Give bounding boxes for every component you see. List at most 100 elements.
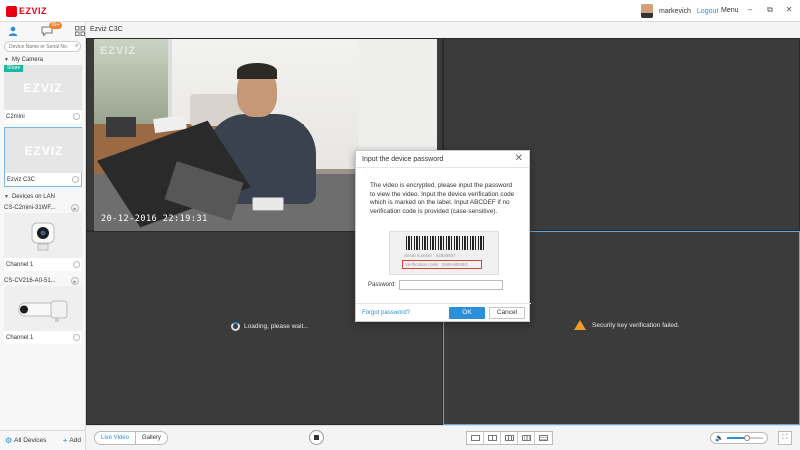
lan-device-header[interactable]: CS-CV216-A0-51... ▶ bbox=[0, 275, 85, 286]
caret-down-icon: ▼ bbox=[4, 56, 9, 63]
my-camera-title: My Camera bbox=[11, 56, 43, 63]
user-icon bbox=[9, 26, 18, 36]
sidebar-tabs: 99+ bbox=[0, 21, 86, 39]
close-icon[interactable]: ✕ bbox=[515, 154, 523, 164]
camera-card-ezviz-c3c[interactable]: EZVIZ Ezviz C3C bbox=[4, 127, 83, 187]
layout-switcher bbox=[466, 431, 553, 445]
layout-3x3-button[interactable] bbox=[501, 432, 518, 444]
video-timestamp: 20-12-2016 22:19:31 bbox=[101, 214, 208, 224]
lan-devices-title: Devices on LAN bbox=[11, 193, 55, 200]
password-field[interactable] bbox=[399, 280, 504, 290]
sidebar-footer: ⚙ All Devices + Add bbox=[0, 430, 86, 450]
volume-control: 🔈 bbox=[710, 432, 768, 444]
dialog-message: The video is encrypted, please input the… bbox=[370, 182, 515, 215]
add-device-button[interactable]: + Add bbox=[63, 436, 81, 445]
playback-clock-icon[interactable] bbox=[73, 334, 80, 341]
playback-clock-icon[interactable] bbox=[73, 113, 80, 120]
search-icon[interactable]: ⌕ bbox=[75, 43, 78, 50]
gear-icon: ⚙ bbox=[5, 436, 13, 445]
brand-name: EZVIZ bbox=[19, 6, 48, 16]
lan-device-name: CS-CV216-A0-51... bbox=[4, 277, 56, 284]
volume-slider[interactable] bbox=[726, 435, 763, 441]
layout-4x4-button[interactable] bbox=[518, 432, 535, 444]
all-devices-button[interactable]: ⚙ All Devices bbox=[5, 436, 46, 445]
lan-devices-header[interactable]: ▼ Devices on LAN bbox=[0, 191, 85, 202]
playback-clock-icon[interactable] bbox=[73, 261, 80, 268]
camera-name: C2mini bbox=[6, 113, 25, 120]
avatar[interactable] bbox=[641, 4, 653, 18]
bullet-camera-icon bbox=[18, 300, 68, 322]
lan-camera-card[interactable]: Channel 1 bbox=[4, 286, 82, 344]
app-logo: EZVIZ bbox=[6, 5, 47, 17]
message-count-badge: 99+ bbox=[49, 21, 62, 29]
lan-camera-card[interactable]: Channel 1 bbox=[4, 213, 82, 271]
grid-icon bbox=[74, 25, 85, 36]
c2mini-camera-icon bbox=[31, 222, 55, 250]
camera-label-row: C2mini bbox=[4, 110, 82, 123]
layout-2x2-button[interactable] bbox=[484, 432, 501, 444]
layout-custom-button[interactable] bbox=[535, 432, 552, 444]
speaker-icon[interactable]: 🔈 bbox=[715, 434, 724, 442]
video-watermark: EZVIZ bbox=[100, 45, 137, 57]
forgot-password-link[interactable]: Forgot password? bbox=[362, 310, 449, 316]
thumbnail-logo: EZVIZ bbox=[23, 80, 63, 95]
menu-button[interactable]: Menu bbox=[721, 7, 739, 14]
restore-icon[interactable]: ⧉ bbox=[765, 5, 775, 15]
layout-1x1-icon bbox=[470, 435, 480, 441]
title-bar: EZVIZ markevich Logout Menu – ⧉ ✕ bbox=[0, 0, 800, 22]
search-input[interactable] bbox=[9, 43, 73, 50]
sidebar: 99+ ⌕ ▼ My Camera Share EZVIZ C2mini bbox=[0, 21, 86, 450]
dialog-footer: Forgot password? OK Cancel bbox=[356, 303, 531, 321]
layout-3x3-icon bbox=[504, 435, 514, 441]
tab-my-devices[interactable] bbox=[8, 25, 19, 37]
tab-layout[interactable] bbox=[74, 25, 86, 37]
add-label: Add bbox=[69, 437, 81, 444]
channel-name: Channel 1 bbox=[6, 334, 34, 341]
plus-icon: + bbox=[62, 436, 68, 445]
my-camera-header[interactable]: ▼ My Camera bbox=[0, 54, 85, 65]
camera-thumbnail bbox=[4, 286, 82, 331]
layout-1x1-button[interactable] bbox=[467, 432, 484, 444]
tab-gallery[interactable]: Gallery bbox=[136, 432, 167, 444]
caret-down-icon: ▼ bbox=[4, 193, 9, 200]
camera-card-c2mini[interactable]: Share EZVIZ C2mini bbox=[4, 65, 82, 123]
password-label: Password: bbox=[368, 282, 397, 288]
mode-tabs: Live Video Gallery bbox=[94, 431, 168, 445]
ok-button[interactable]: OK bbox=[449, 306, 485, 319]
lan-device-header[interactable]: CS-C2mini-31WF... ▶ bbox=[0, 202, 85, 213]
password-row: Password: bbox=[368, 280, 504, 290]
stop-icon bbox=[314, 435, 319, 440]
all-devices-label: All Devices bbox=[14, 437, 47, 444]
play-icon[interactable]: ▶ bbox=[71, 276, 79, 285]
username: markevich bbox=[659, 7, 691, 15]
user-info: markevich Logout bbox=[641, 4, 718, 18]
camera-thumbnail: Share EZVIZ bbox=[4, 65, 82, 110]
loading-indicator: Loading, please wait... bbox=[231, 322, 309, 331]
camera-label-row: Channel 1 bbox=[4, 331, 82, 344]
play-icon[interactable]: ▶ bbox=[71, 203, 79, 212]
cancel-button[interactable]: Cancel bbox=[489, 306, 525, 319]
fullscreen-icon: ⛶ bbox=[782, 434, 788, 441]
share-tag: Share bbox=[4, 65, 24, 72]
channel-name: Channel 1 bbox=[6, 261, 34, 268]
bottom-toolbar: Live Video Gallery 🔈 ⛶ bbox=[86, 425, 800, 450]
minimize-icon[interactable]: – bbox=[745, 5, 755, 15]
warning-icon bbox=[574, 320, 586, 330]
password-dialog: Input the device password ✕ The video is… bbox=[355, 150, 531, 322]
volume-knob[interactable] bbox=[743, 435, 750, 441]
close-icon[interactable]: ✕ bbox=[784, 5, 794, 15]
stop-all-button[interactable] bbox=[309, 430, 324, 445]
playback-clock-icon[interactable] bbox=[72, 176, 79, 183]
camera-thumbnail bbox=[4, 213, 82, 258]
tab-messages[interactable]: 99+ bbox=[41, 21, 62, 37]
logo-mark-icon bbox=[6, 5, 17, 17]
camera-label-row: Channel 1 bbox=[4, 258, 82, 271]
error-indicator: Security key verification failed. bbox=[574, 320, 679, 330]
camera-thumbnail: EZVIZ bbox=[5, 128, 83, 173]
tab-live-video[interactable]: Live Video bbox=[95, 432, 136, 444]
camera-name: Ezviz C3C bbox=[7, 176, 36, 183]
layout-custom-icon bbox=[539, 435, 548, 441]
fullscreen-button[interactable]: ⛶ bbox=[778, 431, 792, 445]
camera-label-row: Ezviz C3C bbox=[5, 173, 81, 186]
logout-link[interactable]: Logout bbox=[697, 8, 718, 15]
